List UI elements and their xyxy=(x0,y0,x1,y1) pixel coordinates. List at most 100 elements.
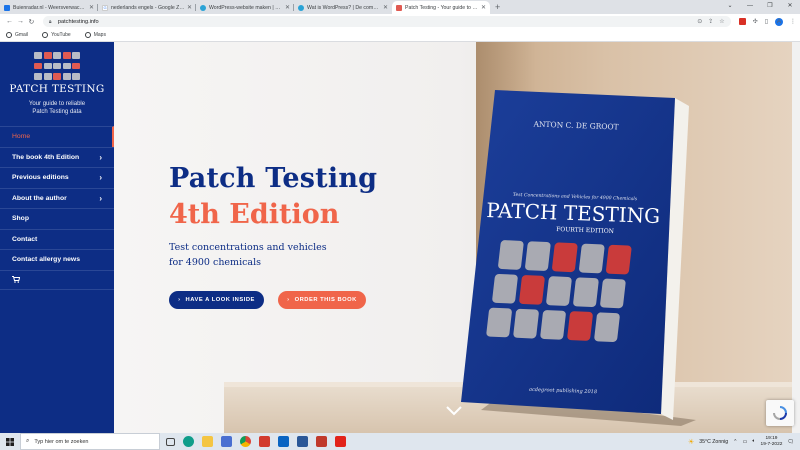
system-tray: ☀ 35°C Zonnig ⌃ ▭ 🔈︎ 19:19 19-7-2022 🗨︎ xyxy=(688,433,794,450)
window-controls: ⌄ — ❐ ✕ xyxy=(720,0,800,14)
button-label: ORDER THIS BOOK xyxy=(294,297,357,303)
hero-subtitle: Test concentrations and vehicles for 490… xyxy=(169,240,327,270)
chevron-right-icon: › xyxy=(99,173,102,183)
close-tab-icon[interactable]: ✕ xyxy=(383,4,388,11)
profile-avatar[interactable]: A xyxy=(775,17,784,26)
recaptcha-badge[interactable] xyxy=(766,400,794,426)
tagline-line1: Your guide to reliable xyxy=(28,101,86,107)
bookmark-maps[interactable]: Maps xyxy=(84,32,106,38)
hero-title-line2: 4th Edition xyxy=(169,199,340,230)
task-view-icon[interactable] xyxy=(166,437,175,446)
hero-subtitle-line1: Test concentrations and vehicles xyxy=(169,242,327,253)
forward-icon[interactable]: → xyxy=(15,18,26,25)
restore-icon[interactable]: ❐ xyxy=(760,0,780,14)
maps-icon xyxy=(84,32,91,38)
new-tab-icon[interactable]: + xyxy=(495,1,500,14)
google-lens-icon[interactable]: ⊙ xyxy=(697,18,702,25)
word-icon[interactable] xyxy=(297,436,308,447)
bookmark-label: YouTube xyxy=(51,32,71,38)
gmail-icon xyxy=(6,32,12,38)
nav-item-about-author[interactable]: About the author › xyxy=(0,187,114,209)
nav-item-label: Contact allergy news xyxy=(12,256,80,264)
share-icon[interactable]: ⇪ xyxy=(708,18,713,25)
clock-date: 19-7-2022 xyxy=(760,441,783,447)
menu-kebab-icon[interactable]: ⋮ xyxy=(790,18,796,25)
browser-tab[interactable]: WordPress-website maken | Bou ✕ xyxy=(196,1,294,14)
page-scrollbar[interactable] xyxy=(792,42,800,433)
tab-title: Buienradar.nl - Weersverwachting xyxy=(13,4,87,11)
nav-item-book-4th-edition[interactable]: The book 4th Edition › xyxy=(0,146,114,168)
weather-sun-icon[interactable]: ☀ xyxy=(688,438,694,446)
taskbar-search-placeholder: Typ hier om te zoeken xyxy=(34,438,89,445)
notifications-icon[interactable]: 🗨︎ xyxy=(787,439,794,445)
side-panel-icon[interactable]: ▯ xyxy=(765,18,768,25)
taskbar-search-input[interactable]: ⌕ Typ hier om te zoeken xyxy=(20,433,160,450)
browser-tab-active[interactable]: Patch Testing - Your guide to reli ✕ xyxy=(392,1,490,14)
close-tab-icon[interactable]: ✕ xyxy=(285,4,290,11)
nav-item-label: Shop xyxy=(12,215,29,223)
close-window-icon[interactable]: ✕ xyxy=(780,0,800,14)
back-icon[interactable]: ← xyxy=(4,18,15,25)
nav-item-label: Home xyxy=(12,133,31,141)
edge-icon[interactable] xyxy=(183,436,194,447)
chevron-up-icon[interactable]: ⌃ xyxy=(733,439,737,445)
main-navigation: Home The book 4th Edition › Previous edi… xyxy=(0,126,114,290)
chevron-right-icon: › xyxy=(99,152,102,162)
cloud-icon xyxy=(298,4,304,11)
nav-item-contact-allergy-news[interactable]: Contact allergy news xyxy=(0,249,114,270)
hero-subtitle-line2: for 4900 chemicals xyxy=(169,257,261,268)
site-brand[interactable]: PATCH TESTING xyxy=(0,83,114,95)
tab-search-icon[interactable]: ⌄ xyxy=(720,0,740,14)
taskbar-clock[interactable]: 19:19 19-7-2022 xyxy=(761,436,783,448)
url-input[interactable]: 🔒︎ patchtesting.info ⊙ ⇪ ☆ xyxy=(42,16,731,27)
extensions-puzzle-icon[interactable]: ✣ xyxy=(753,18,758,25)
search-icon: ⌕ xyxy=(26,438,30,444)
nav-item-contact[interactable]: Contact xyxy=(0,228,114,250)
network-icon[interactable]: ▭ xyxy=(743,439,748,445)
site-tagline: Your guide to reliable Patch Testing dat… xyxy=(0,100,114,116)
minimize-icon[interactable]: — xyxy=(740,0,760,14)
tab-title: WordPress-website maken | Bou xyxy=(209,4,283,11)
weather-text[interactable]: 35°C Zonnig xyxy=(699,439,728,445)
bookmark-star-icon[interactable]: ☆ xyxy=(719,18,724,25)
browser-tab[interactable]: Buienradar.nl - Weersverwachting ✕ xyxy=(0,1,98,14)
volume-icon[interactable]: 🔈︎ xyxy=(752,438,755,445)
tab-title: Wat is WordPress? | De complete xyxy=(307,4,381,11)
nav-item-previous-editions[interactable]: Previous editions › xyxy=(0,167,114,188)
browser-tab[interactable]: Wat is WordPress? | De complete ✕ xyxy=(294,1,392,14)
close-tab-icon[interactable]: ✕ xyxy=(481,4,486,11)
nav-item-home[interactable]: Home xyxy=(0,126,114,147)
scroll-down-chevron-icon[interactable] xyxy=(445,405,463,417)
address-bar-row: ← → ↻ 🔒︎ patchtesting.info ⊙ ⇪ ☆ ✣ ▯ A ⋮ xyxy=(0,14,800,29)
order-this-book-button[interactable]: › ORDER THIS BOOK xyxy=(278,291,366,309)
store-icon[interactable] xyxy=(221,436,232,447)
site-sidebar: PATCH TESTING Your guide to reliable Pat… xyxy=(0,42,114,433)
extension-pdf-icon[interactable] xyxy=(738,18,746,25)
close-tab-icon[interactable]: ✕ xyxy=(89,4,94,11)
bookmark-youtube[interactable]: YouTube xyxy=(42,32,71,38)
book-svg: ANTON C. DE GROOT Test Concentrations an… xyxy=(461,90,696,426)
outlook-icon[interactable] xyxy=(278,436,289,447)
app-red-icon[interactable] xyxy=(259,436,270,447)
book-cover-image: ANTON C. DE GROOT Test Concentrations an… xyxy=(461,90,701,430)
close-tab-icon[interactable]: ✕ xyxy=(187,4,192,11)
browser-tab[interactable]: G nederlands engels - Google Zoeken ✕ xyxy=(98,1,196,14)
nav-item-label: About the author xyxy=(12,194,67,202)
reload-icon[interactable]: ↻ xyxy=(26,18,37,26)
file-explorer-icon[interactable] xyxy=(202,436,213,447)
have-a-look-inside-button[interactable]: › HAVE A LOOK INSIDE xyxy=(169,291,264,309)
nav-item-label: Contact xyxy=(12,235,38,243)
app-icon[interactable] xyxy=(316,436,327,447)
windows-start-button[interactable] xyxy=(0,437,20,446)
lock-icon[interactable]: 🔒︎ xyxy=(49,19,54,25)
chrome-icon[interactable] xyxy=(240,436,251,447)
tab-favicon-icon xyxy=(4,4,10,11)
site-logo[interactable] xyxy=(34,52,80,82)
nav-item-cart[interactable] xyxy=(0,269,114,290)
nav-item-shop[interactable]: Shop xyxy=(0,208,114,229)
google-icon: G xyxy=(102,4,108,11)
web-page: Patch Testing 4th Edition Test concentra… xyxy=(0,42,800,433)
acrobat-icon[interactable] xyxy=(335,436,346,447)
bookmark-gmail[interactable]: Gmail xyxy=(6,32,28,38)
tab-title: Patch Testing - Your guide to reli xyxy=(405,4,479,11)
